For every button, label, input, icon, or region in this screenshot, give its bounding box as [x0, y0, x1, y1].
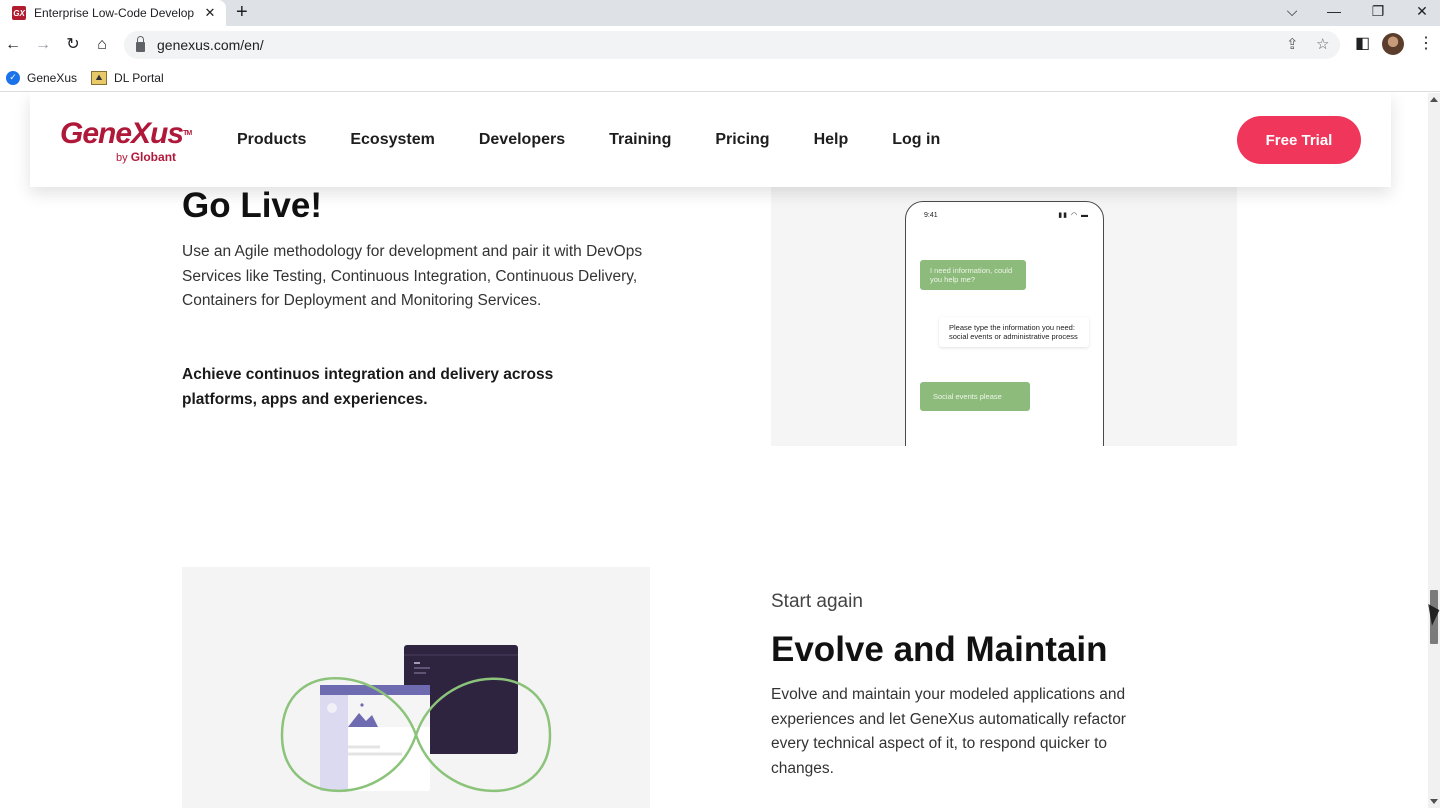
- portal-icon: ⛰: [91, 70, 108, 85]
- logo-brand: Globant: [130, 150, 177, 164]
- genexus-favicon-icon: GX: [12, 6, 26, 20]
- forward-arrow-icon[interactable]: →: [33, 35, 53, 55]
- scroll-down-arrow-icon[interactable]: [1430, 799, 1438, 804]
- infinity-loop-illustration: [280, 645, 552, 793]
- section-body-go-live: Use an Agile methodology for development…: [182, 243, 643, 310]
- trademark: TM: [183, 130, 192, 137]
- section-title-go-live: Go Live!: [182, 186, 323, 225]
- logo-by: by: [116, 152, 128, 164]
- reload-icon[interactable]: ↻: [63, 35, 83, 55]
- evolve-illustration: [182, 567, 650, 808]
- scroll-up-arrow-icon[interactable]: [1430, 97, 1438, 102]
- browser-tab[interactable]: GX Enterprise Low-Code Developme ✕: [0, 0, 226, 26]
- page-viewport: GeneXusTM by Globant Products Ecosystem …: [0, 93, 1428, 808]
- logo-byline: by Globant: [116, 150, 176, 164]
- bookmark-label: GeneXus: [27, 70, 78, 85]
- bookmark-star-icon[interactable]: ☆: [1316, 36, 1329, 54]
- profile-avatar[interactable]: [1382, 33, 1404, 55]
- chat-phone-illustration: 9:41 ▮▮ ◠ ▬ I need information, could yo…: [771, 185, 1237, 446]
- bookmark-genexus[interactable]: ✓ GeneXus: [6, 70, 78, 85]
- section-title-evolve: Evolve and Maintain: [771, 630, 1108, 669]
- chat-bubble-user: Social events please: [920, 382, 1030, 411]
- share-icon[interactable]: ⇪: [1286, 36, 1299, 54]
- phone-status-icons: ▮▮ ◠ ▬: [1058, 212, 1089, 219]
- bookmarks-bar: ✓ GeneXus ⛰ DL Portal: [0, 64, 1440, 92]
- lock-icon[interactable]: [136, 36, 145, 52]
- back-arrow-icon[interactable]: ←: [3, 35, 23, 55]
- section-body-evolve: Evolve and maintain your modeled applica…: [771, 686, 1126, 778]
- phone-time: 9:41: [924, 212, 938, 219]
- new-tab-button[interactable]: +: [236, 2, 248, 22]
- bookmark-label: DL Portal: [114, 70, 164, 85]
- nav-pricing[interactable]: Pricing: [715, 131, 769, 149]
- restore-icon[interactable]: ❐: [1368, 2, 1388, 20]
- nav-training[interactable]: Training: [609, 131, 671, 149]
- check-circle-icon: ✓: [6, 70, 20, 85]
- section-highlight-go-live: Achieve continuos integration and delive…: [182, 366, 554, 408]
- nav-ecosystem[interactable]: Ecosystem: [350, 131, 435, 149]
- home-icon[interactable]: ⌂: [92, 35, 112, 55]
- side-panel-icon[interactable]: ◧: [1355, 34, 1370, 54]
- section-eyebrow-evolve: Start again: [771, 591, 863, 612]
- tab-search-icon[interactable]: ⌵: [1282, 2, 1302, 20]
- main-nav: Products Ecosystem Developers Training P…: [237, 131, 984, 149]
- free-trial-button[interactable]: Free Trial: [1237, 116, 1361, 164]
- genexus-logo[interactable]: GeneXusTM by Globant: [60, 117, 192, 165]
- window-close-icon[interactable]: ✕: [1412, 2, 1432, 20]
- site-header: GeneXusTM by Globant Products Ecosystem …: [30, 93, 1391, 187]
- url-text[interactable]: genexus.com/en/: [157, 37, 264, 53]
- logo-text: GeneXus: [60, 117, 184, 150]
- menu-dots-icon[interactable]: ⋮: [1418, 34, 1434, 54]
- nav-help[interactable]: Help: [814, 131, 849, 149]
- close-icon[interactable]: ✕: [202, 5, 218, 21]
- nav-products[interactable]: Products: [237, 131, 306, 149]
- nav-login[interactable]: Log in: [892, 131, 940, 149]
- tab-title: Enterprise Low-Code Developme: [34, 6, 194, 20]
- nav-developers[interactable]: Developers: [479, 131, 565, 149]
- chat-bubble-user: I need information, could you help me?: [920, 260, 1026, 290]
- page-scrollbar[interactable]: [1428, 93, 1440, 808]
- browser-toolbar: ← → ↻ ⌂ genexus.com/en/ ⇪ ☆ ◧ ⋮: [0, 26, 1440, 64]
- address-bar[interactable]: genexus.com/en/ ⇪ ☆: [124, 31, 1340, 59]
- chat-bubble-bot: Please type the information you need: so…: [939, 317, 1089, 347]
- phone-frame: 9:41 ▮▮ ◠ ▬ I need information, could yo…: [905, 201, 1104, 446]
- bookmark-dl-portal[interactable]: ⛰ DL Portal: [91, 70, 164, 85]
- minimize-icon[interactable]: —: [1324, 2, 1344, 20]
- tab-bar: GX Enterprise Low-Code Developme ✕ + ⌵ —…: [0, 0, 1440, 26]
